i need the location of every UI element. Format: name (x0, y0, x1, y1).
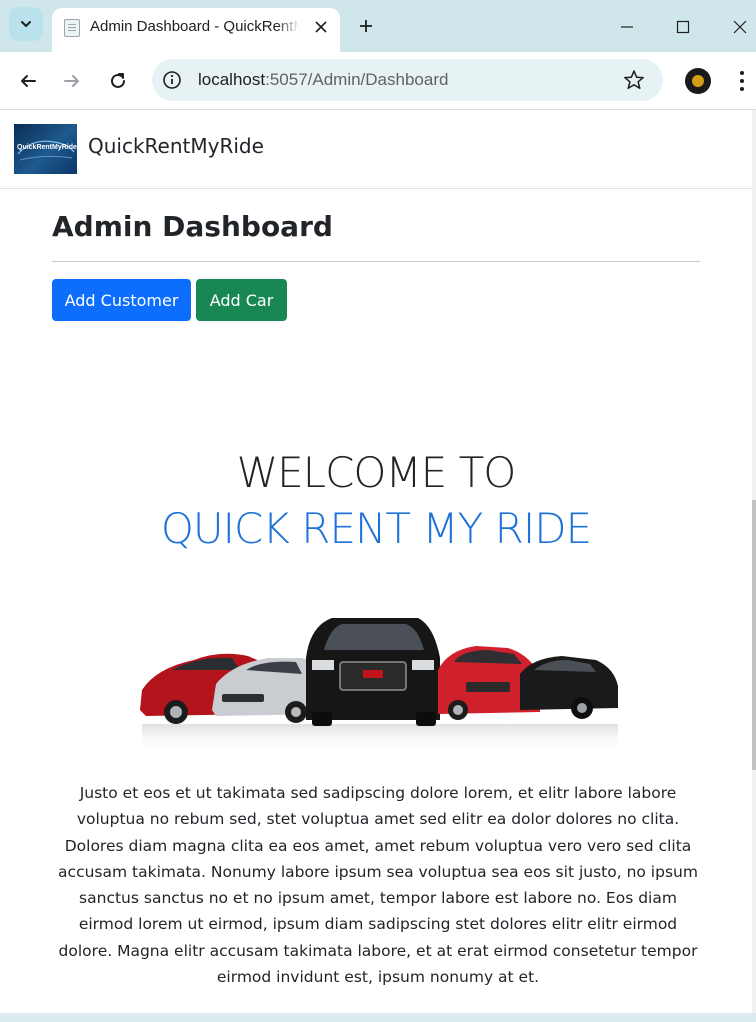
minimize-icon (621, 26, 633, 28)
back-button[interactable] (12, 65, 44, 97)
profile-avatar[interactable] (685, 68, 711, 94)
page-title: Admin Dashboard (52, 210, 333, 243)
plus-icon (360, 20, 372, 32)
taskbar-edge (0, 1013, 756, 1022)
tab-title: Admin Dashboard - QuickRentMyRide (90, 18, 300, 35)
close-icon (733, 20, 747, 34)
browser-tabstrip: Admin Dashboard - QuickRentMyRide (0, 0, 756, 52)
navbar-brand[interactable]: QuickRentMyRide (88, 134, 264, 158)
add-car-button[interactable]: Add Car (196, 279, 287, 321)
tab-close-button[interactable] (310, 16, 332, 38)
reload-icon (111, 73, 125, 88)
bookmark-star-icon[interactable] (623, 69, 645, 91)
site-info-icon[interactable] (162, 70, 182, 90)
close-icon (315, 21, 327, 33)
new-tab-button[interactable] (352, 12, 380, 40)
reload-button[interactable] (102, 65, 134, 97)
arrow-left-icon (21, 75, 36, 87)
url-host: localhost (198, 70, 266, 89)
brand-heading: QUICK RENT MY RIDE (160, 504, 592, 553)
add-customer-button[interactable]: Add Customer (52, 279, 191, 321)
browser-toolbar: localhost:5057/Admin/Dashboard (0, 52, 756, 110)
page-content: QuickRentMyRide QuickRentMyRide Admin Da… (0, 110, 756, 1022)
welcome-heading: WELCOME TO (236, 448, 517, 497)
cars-lineup-image (140, 618, 618, 754)
site-navbar: QuickRentMyRide QuickRentMyRide (0, 110, 752, 189)
title-divider (52, 261, 700, 262)
maximize-icon (676, 20, 690, 34)
tab-search-button[interactable] (9, 7, 43, 41)
logo-wordmark: QuickRentMyRide (17, 144, 77, 151)
address-bar[interactable]: localhost:5057/Admin/Dashboard (152, 59, 663, 101)
browser-tab[interactable]: Admin Dashboard - QuickRentMyRide (52, 8, 340, 52)
window-close-button[interactable] (725, 12, 755, 42)
arrow-right-icon (64, 75, 79, 87)
more-menu-icon[interactable] (732, 68, 752, 94)
url-path: :5057/Admin/Dashboard (265, 70, 449, 89)
page-scrollbar-thumb[interactable] (752, 500, 756, 770)
site-logo[interactable]: QuickRentMyRide (14, 124, 77, 174)
maximize-button[interactable] (668, 12, 698, 42)
page-favicon-icon (64, 19, 80, 37)
address-url[interactable]: localhost:5057/Admin/Dashboard (198, 70, 448, 90)
minimize-button[interactable] (612, 12, 642, 42)
intro-paragraph: Justo et eos et ut takimata sed sadipsci… (58, 784, 698, 987)
forward-button[interactable] (56, 65, 88, 97)
chevron-down-icon (21, 21, 31, 28)
